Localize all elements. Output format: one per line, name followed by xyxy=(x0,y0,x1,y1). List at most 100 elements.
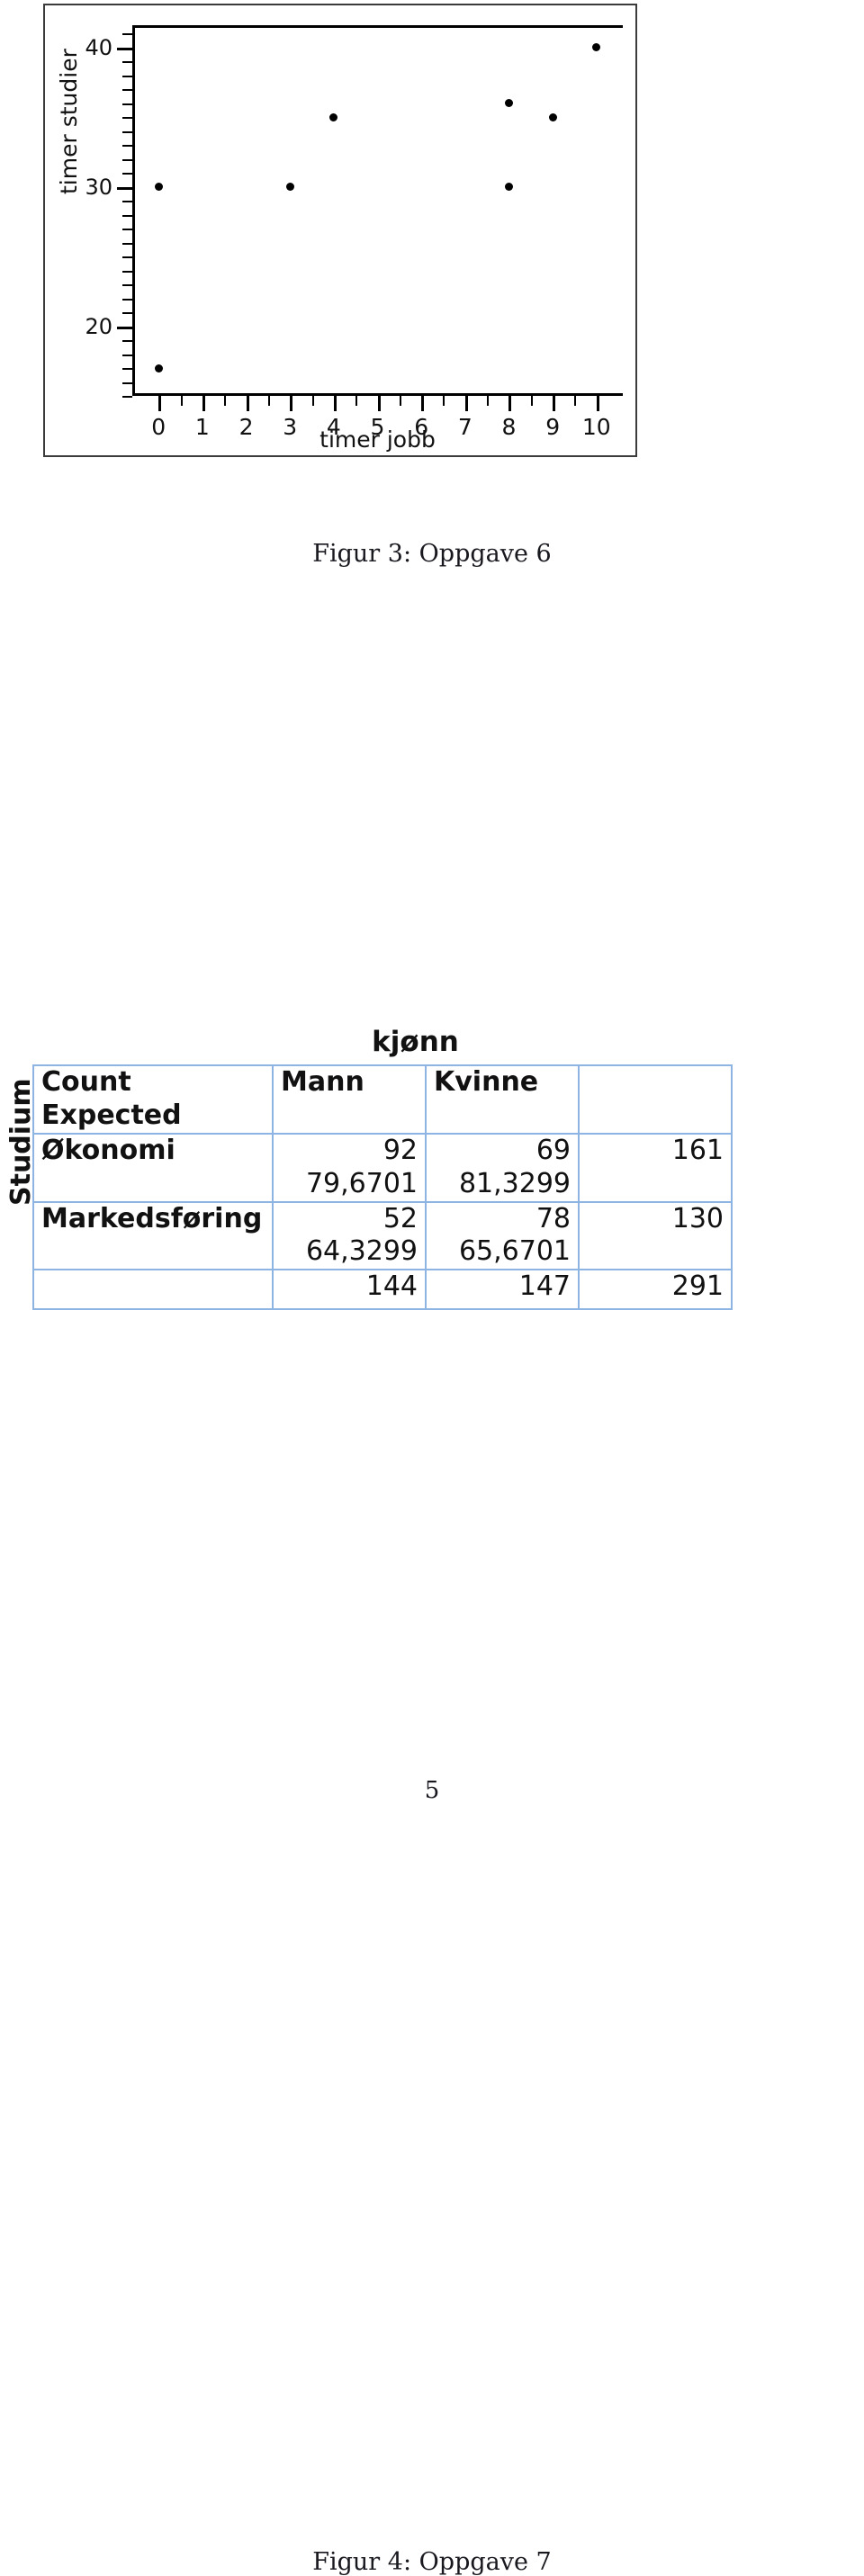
x-axis-major-tick xyxy=(464,396,468,411)
data-point xyxy=(504,183,513,192)
y-axis-minor-tick xyxy=(122,33,132,36)
cell-okonomi-kvinne: 69 81,3299 xyxy=(425,1132,580,1203)
y-axis-minor-tick xyxy=(122,75,132,77)
x-axis-minor-tick xyxy=(356,396,358,406)
y-axis-minor-tick xyxy=(122,145,132,148)
y-axis-tick-label: 40 xyxy=(85,34,112,60)
figure-3-caption: Figur 3: Oppgave 6 xyxy=(312,540,552,568)
cell-expected: 65,6701 xyxy=(458,1235,571,1268)
header-cell-kvinne: Kvinne xyxy=(425,1064,580,1135)
x-axis-major-tick xyxy=(421,396,425,411)
y-axis-minor-tick xyxy=(122,61,132,64)
axis-top-spine xyxy=(132,25,623,28)
cell-expected: 79,6701 xyxy=(305,1167,418,1199)
x-axis-tick-label: 10 xyxy=(581,414,611,440)
header-corner-cell: Count Expected xyxy=(32,1064,274,1135)
y-axis-minor-tick xyxy=(122,368,132,371)
x-axis-minor-tick xyxy=(311,396,314,406)
y-axis-minor-tick xyxy=(122,201,132,203)
cell-markedsforing-mann: 52 64,3299 xyxy=(272,1200,427,1271)
y-axis-minor-tick xyxy=(122,103,132,105)
x-axis-tick-label: 4 xyxy=(326,414,341,440)
y-axis-major-tick xyxy=(117,186,132,190)
cell-markedsforing-total: 130 xyxy=(578,1200,733,1271)
x-axis-minor-tick xyxy=(267,396,270,406)
total-kvinne: 147 xyxy=(425,1269,580,1311)
scatter-plot-frame: timer studier timer jobb 20 30 40 01234567… xyxy=(43,4,637,457)
row-label-okonomi: Økonomi xyxy=(32,1132,274,1203)
header-expected-label: Expected xyxy=(41,1099,182,1131)
x-axis-major-tick xyxy=(508,396,512,411)
data-point xyxy=(329,112,338,121)
table-header-row: Count Expected Mann Kvinne xyxy=(32,1064,733,1135)
cell-expected: 64,3299 xyxy=(305,1235,418,1268)
x-axis-minor-tick xyxy=(574,396,577,406)
total-mann: 144 xyxy=(272,1269,427,1311)
y-axis-major-tick xyxy=(117,47,132,50)
cell-count: 130 xyxy=(671,1202,724,1234)
x-axis-tick-label: 0 xyxy=(151,414,166,440)
x-axis-minor-tick xyxy=(180,396,183,406)
x-axis-tick-label: 7 xyxy=(457,414,472,440)
header-count-label: Count xyxy=(41,1066,131,1098)
x-axis-tick-label: 3 xyxy=(283,414,298,440)
x-axis-minor-tick xyxy=(530,396,533,406)
x-axis-major-tick xyxy=(596,396,599,411)
y-axis-minor-tick xyxy=(122,298,132,301)
y-axis-minor-tick xyxy=(122,312,132,315)
x-axis-major-tick xyxy=(246,396,249,411)
y-axis-minor-tick xyxy=(122,242,132,245)
y-axis-minor-tick xyxy=(122,256,132,259)
row-label-markedsforing: Markedsføring xyxy=(32,1200,274,1271)
x-axis-tick-label: 9 xyxy=(545,414,561,440)
cell-okonomi-total: 161 xyxy=(578,1132,733,1203)
cell-markedsforing-kvinne: 78 65,6701 xyxy=(425,1200,580,1271)
column-group-label: kjønn xyxy=(372,1026,459,1058)
total-row-label xyxy=(32,1269,274,1311)
y-axis-minor-tick xyxy=(122,284,132,287)
y-axis-minor-tick xyxy=(122,117,132,120)
y-axis-minor-tick xyxy=(122,158,132,161)
cell-okonomi-mann: 92 79,6701 xyxy=(272,1132,427,1203)
cell-count: 161 xyxy=(671,1134,724,1166)
y-axis-minor-tick xyxy=(122,89,132,92)
cell-count: 52 xyxy=(382,1202,418,1234)
plot-axes-area: 20 30 40 0 1 2 3 4 5 6 7 8 9 10 xyxy=(85,25,623,438)
cell-count: 92 xyxy=(382,1134,418,1166)
cell-count: 69 xyxy=(536,1134,571,1166)
y-axis-minor-tick xyxy=(122,270,132,273)
y-axis-minor-tick xyxy=(122,214,132,217)
x-axis-major-tick xyxy=(333,396,337,411)
table-row: Økonomi 92 79,6701 69 81,3299 161 xyxy=(32,1132,733,1203)
data-point xyxy=(154,183,163,192)
data-point xyxy=(285,183,294,192)
axis-left-spine xyxy=(132,25,135,396)
data-point xyxy=(504,99,513,108)
y-axis-minor-tick xyxy=(122,229,132,231)
x-axis-tick-label: 6 xyxy=(414,414,429,440)
table-row: Markedsføring 52 64,3299 78 65,6701 130 xyxy=(32,1200,733,1271)
y-axis-major-tick xyxy=(117,326,132,329)
contingency-table: Count Expected Mann Kvinne Økonomi 92 79… xyxy=(32,1064,733,1311)
y-axis-minor-tick xyxy=(122,173,132,175)
cell-expected: 81,3299 xyxy=(458,1167,571,1199)
header-cell-total xyxy=(578,1064,733,1135)
x-axis-tick-label: 2 xyxy=(238,414,254,440)
data-point xyxy=(592,43,601,52)
x-axis-major-tick xyxy=(377,396,381,411)
x-axis-minor-tick xyxy=(224,396,227,406)
y-axis-minor-tick xyxy=(122,396,132,398)
cell-count: 78 xyxy=(536,1202,571,1234)
x-axis-tick-label: 1 xyxy=(194,414,210,440)
x-axis-minor-tick xyxy=(487,396,490,406)
x-axis-major-tick xyxy=(290,396,293,411)
y-axis-minor-tick xyxy=(122,130,132,133)
y-axis-tick-label: 30 xyxy=(85,174,112,200)
y-axis-minor-tick xyxy=(122,340,132,343)
x-axis-major-tick xyxy=(553,396,556,411)
data-point xyxy=(154,364,163,372)
x-axis-major-tick xyxy=(202,396,205,411)
total-grand: 291 xyxy=(578,1269,733,1311)
figure-4-caption: Figur 4: Oppgave 7 xyxy=(312,2548,552,2576)
x-axis-tick-label: 5 xyxy=(370,414,385,440)
